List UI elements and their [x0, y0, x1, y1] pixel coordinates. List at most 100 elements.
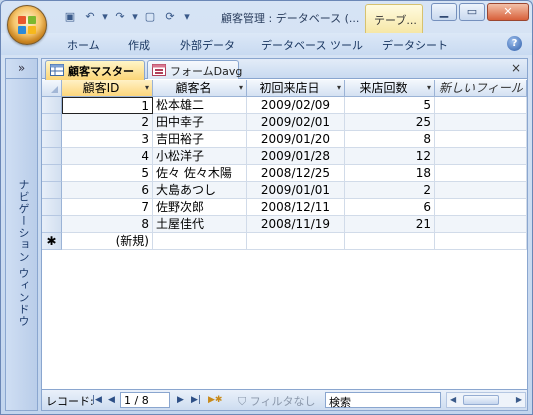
first-record-icon[interactable]: |◀	[92, 395, 102, 405]
tab-external-data[interactable]: 外部データ	[180, 37, 235, 53]
scroll-left-icon[interactable]: ◀	[450, 393, 456, 407]
cell-first-visit-date[interactable]: 2009/01/28	[247, 148, 345, 165]
scroll-right-icon[interactable]: ▶	[516, 393, 522, 407]
customize-toolbar-icon[interactable]: ▾	[181, 9, 193, 25]
cell-visit-count[interactable]	[345, 233, 435, 250]
cell-customer-name[interactable]: 小松洋子	[153, 148, 247, 165]
cell-customer-id[interactable]: 4	[62, 148, 153, 165]
cell-customer-id[interactable]: 5	[62, 165, 153, 182]
help-icon[interactable]: ?	[507, 36, 522, 51]
row-selector[interactable]	[42, 165, 62, 182]
horizontal-scrollbar[interactable]: ◀ ▶	[446, 392, 526, 408]
column-header-first-visit-date[interactable]: 初回来店日 ▾	[247, 80, 345, 97]
row-selector[interactable]	[42, 148, 62, 165]
maximize-button[interactable]: ▭	[459, 3, 485, 21]
new-document-icon[interactable]: ▢	[141, 9, 159, 25]
cell-visit-count[interactable]: 18	[345, 165, 435, 182]
cell-new-record[interactable]: (新規)	[62, 233, 153, 250]
context-tab-table-tools[interactable]: テーブ...	[365, 4, 423, 33]
nav-pane-label[interactable]: ナビゲーション ウィンドウ	[15, 179, 31, 328]
cell-new-field[interactable]	[435, 233, 527, 250]
cell-visit-count[interactable]: 2	[345, 182, 435, 199]
table-row[interactable]: 3 吉田裕子 2009/01/20 8	[42, 131, 527, 148]
chevron-down-icon[interactable]: ▾	[239, 80, 243, 96]
no-filter-indicator[interactable]: ⛉ フィルタなし	[238, 393, 316, 409]
cell-customer-id[interactable]: 8	[62, 216, 153, 233]
cell-first-visit-date[interactable]: 2008/12/11	[247, 199, 345, 216]
new-record-nav-icon[interactable]: ▶✱	[208, 395, 222, 405]
cell-customer-name[interactable]: 田中幸子	[153, 114, 247, 131]
cell-customer-id[interactable]: 2	[62, 114, 153, 131]
tab-customer-master[interactable]: 顧客マスター	[45, 60, 145, 80]
column-header-visit-count[interactable]: 来店回数 ▾	[345, 80, 435, 97]
undo-icon[interactable]: ↶	[81, 9, 99, 25]
save-icon[interactable]: ▣	[61, 9, 79, 25]
row-selector[interactable]	[42, 114, 62, 131]
tab-datasheet[interactable]: データシート	[382, 37, 448, 53]
cell-new-field[interactable]	[435, 165, 527, 182]
cell-new-field[interactable]	[435, 131, 527, 148]
cell-customer-id[interactable]: 7	[62, 199, 153, 216]
row-selector[interactable]	[42, 182, 62, 199]
tab-home[interactable]: ホーム	[67, 37, 100, 53]
table-row[interactable]: 6 大島あつし 2009/01/01 2	[42, 182, 527, 199]
close-button[interactable]: ✕	[487, 3, 529, 21]
cell-customer-name[interactable]: 吉田裕子	[153, 131, 247, 148]
cell-customer-name[interactable]: 松本雄二	[153, 97, 247, 114]
new-record-row[interactable]: ✱ (新規)	[42, 233, 527, 250]
cell-customer-id[interactable]: 1	[62, 97, 153, 114]
new-record-icon[interactable]: ✱	[42, 233, 62, 250]
cell-new-field[interactable]	[435, 114, 527, 131]
row-selector[interactable]	[42, 216, 62, 233]
cell-visit-count[interactable]: 5	[345, 97, 435, 114]
refresh-icon[interactable]: ⟳	[161, 9, 179, 25]
nav-pane-toggle-button[interactable]: »	[6, 59, 37, 79]
cell-new-field[interactable]	[435, 97, 527, 114]
cell-first-visit-date[interactable]: 2009/01/01	[247, 182, 345, 199]
office-button[interactable]	[7, 5, 47, 45]
cell-customer-name[interactable]	[153, 233, 247, 250]
select-all-corner[interactable]	[42, 80, 62, 97]
last-record-icon[interactable]: ▶|	[191, 395, 201, 405]
tab-database-tools[interactable]: データベース ツール	[261, 37, 363, 53]
cell-new-field[interactable]	[435, 199, 527, 216]
row-selector[interactable]	[42, 97, 62, 114]
cell-new-field[interactable]	[435, 148, 527, 165]
chevron-down-icon[interactable]: ▾	[427, 80, 431, 96]
cell-visit-count[interactable]: 8	[345, 131, 435, 148]
next-record-icon[interactable]: ▶	[177, 395, 184, 405]
row-selector[interactable]	[42, 131, 62, 148]
cell-first-visit-date[interactable]	[247, 233, 345, 250]
minimize-button[interactable]: ▁	[431, 3, 457, 21]
cell-customer-name[interactable]: 大島あつし	[153, 182, 247, 199]
cell-first-visit-date[interactable]: 2009/02/09	[247, 97, 345, 114]
record-position-field[interactable]: 1 / 8	[120, 392, 170, 408]
cell-customer-name[interactable]: 土屋佳代	[153, 216, 247, 233]
cell-first-visit-date[interactable]: 2009/02/01	[247, 114, 345, 131]
cell-first-visit-date[interactable]: 2009/01/20	[247, 131, 345, 148]
chevron-down-icon[interactable]: ▾	[337, 80, 341, 96]
tab-form-davg[interactable]: フォームDavg	[147, 60, 242, 79]
close-document-icon[interactable]: ×	[511, 61, 521, 75]
cell-visit-count[interactable]: 21	[345, 216, 435, 233]
redo-icon[interactable]: ↷	[111, 9, 129, 25]
search-input[interactable]: 検索	[325, 392, 441, 409]
previous-record-icon[interactable]: ◀	[108, 395, 115, 405]
cell-first-visit-date[interactable]: 2008/11/19	[247, 216, 345, 233]
cell-first-visit-date[interactable]: 2008/12/25	[247, 165, 345, 182]
cell-visit-count[interactable]: 6	[345, 199, 435, 216]
scroll-thumb[interactable]	[463, 395, 499, 405]
table-row[interactable]: 7 佐野次郎 2008/12/11 6	[42, 199, 527, 216]
tab-create[interactable]: 作成	[128, 37, 150, 53]
table-row[interactable]: 4 小松洋子 2009/01/28 12	[42, 148, 527, 165]
cell-visit-count[interactable]: 25	[345, 114, 435, 131]
cell-customer-id[interactable]: 6	[62, 182, 153, 199]
column-header-add-new-field[interactable]: 新しいフィールド	[435, 80, 527, 97]
cell-new-field[interactable]	[435, 182, 527, 199]
cell-customer-name[interactable]: 佐野次郎	[153, 199, 247, 216]
redo-dropdown-icon[interactable]: ▾	[131, 9, 139, 25]
column-header-customer-id[interactable]: 顧客ID ▾	[62, 80, 153, 97]
cell-new-field[interactable]	[435, 216, 527, 233]
cell-customer-id[interactable]: 3	[62, 131, 153, 148]
undo-dropdown-icon[interactable]: ▾	[101, 9, 109, 25]
